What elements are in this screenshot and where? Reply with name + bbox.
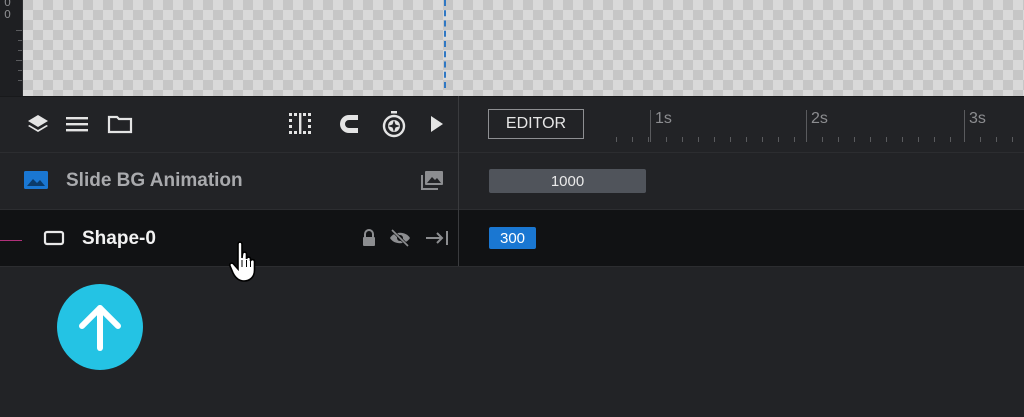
arrow-up-icon (79, 305, 121, 351)
panel-divider[interactable] (458, 96, 459, 266)
align-end-icon[interactable] (423, 224, 451, 252)
folder-icon[interactable] (106, 110, 134, 138)
layer-indicator-line (0, 240, 22, 241)
timer-icon[interactable] (380, 110, 408, 138)
transparent-canvas[interactable] (23, 0, 1024, 96)
lock-icon[interactable] (355, 224, 383, 252)
list-icon[interactable] (63, 110, 91, 138)
stage-canvas: 0 0 (0, 0, 1024, 96)
duration-bar-slide-bg[interactable]: 1000 (489, 169, 646, 193)
time-ruler[interactable]: 1s 2s 3s (600, 110, 1024, 142)
duration-bar-shape[interactable]: 300 (489, 227, 536, 249)
ruler-digit: 0 (4, 8, 11, 21)
grid-snap-icon[interactable] (286, 110, 314, 138)
eye-off-icon[interactable] (386, 224, 414, 252)
gallery-icon[interactable] (418, 166, 446, 194)
rectangle-icon (40, 224, 68, 252)
time-tick-label: 1s (655, 110, 672, 127)
hand-cursor-icon (228, 240, 260, 289)
play-icon[interactable] (422, 110, 450, 138)
time-tick-label: 2s (811, 110, 828, 127)
time-tick-label: 3s (969, 110, 986, 127)
scroll-to-top-button[interactable] (57, 284, 143, 370)
layers-icon[interactable] (24, 110, 52, 138)
guide-line[interactable] (444, 0, 446, 88)
image-icon (22, 166, 50, 194)
layer-name[interactable]: Slide BG Animation (66, 170, 243, 192)
vertical-ruler: 0 0 (0, 0, 23, 96)
editor-button[interactable]: EDITOR (488, 109, 584, 139)
magnet-icon[interactable] (334, 110, 362, 138)
layer-name[interactable]: Shape-0 (82, 228, 156, 250)
